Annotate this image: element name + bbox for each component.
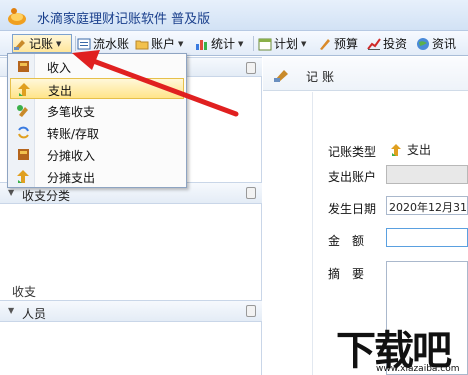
toolbar-divider (75, 36, 76, 51)
toolbar-ledger-button[interactable]: 记账 ▼ (12, 34, 72, 53)
entry-form-header: 记账 (263, 57, 468, 91)
toolbar-news-label: 资讯 (432, 37, 457, 51)
watermark-url: www.xiazaiba.com (376, 364, 460, 374)
window-title: 水滴家庭理财记账软件 普及版 (37, 12, 211, 27)
bar-chart-icon (196, 39, 207, 50)
chevron-down-icon: ▼ (56, 39, 62, 48)
split-income-icon (18, 149, 29, 160)
transfer-icon (18, 126, 29, 139)
menu-item-expense-label: 支出 (48, 84, 73, 98)
menu-item-expense[interactable]: 支出 (10, 78, 184, 99)
ledger-icon (274, 70, 288, 82)
app-logo-icon (8, 8, 26, 25)
site-watermark: 下载吧 www.xiazaiba.com (336, 318, 468, 375)
toolbar-stats-button[interactable]: 统计 ▼ (195, 34, 243, 53)
globe-icon (417, 37, 429, 50)
title-bar: 水滴家庭理财记账软件 普及版 (0, 0, 468, 31)
income-book-icon (18, 61, 29, 72)
menu-item-split-income[interactable]: 分摊收入 (10, 144, 184, 165)
form-divider (312, 92, 313, 375)
collapse-arrow-icon: ▼ (8, 188, 15, 197)
account-select[interactable] (386, 165, 468, 184)
folder-icon (135, 40, 149, 49)
toolbar-budget-label: 预算 (334, 37, 359, 51)
toolbar-invest-button[interactable]: 投资 (367, 34, 407, 53)
people-panel-header[interactable]: ▼ 人员 (0, 300, 262, 322)
entry-type-text: 支出 (407, 143, 432, 157)
chevron-down-icon: ▼ (178, 39, 184, 48)
expense-arrow-icon (18, 83, 30, 96)
category-panel-title: 收支分类 (22, 189, 71, 203)
menu-item-multi-entry[interactable]: 多笔收支 (10, 100, 184, 121)
toolbar-plan-button[interactable]: 计划 ▼ (258, 34, 306, 53)
pencil-icon (320, 38, 330, 50)
menu-item-transfer[interactable]: 转账/存取 (10, 122, 184, 143)
split-expense-icon (17, 170, 29, 183)
trend-icon (367, 37, 381, 50)
toolbar-news-button[interactable]: 资讯 (416, 34, 456, 53)
menu-item-split-expense-label: 分摊支出 (47, 171, 96, 185)
entry-form-title: 记账 (306, 70, 339, 84)
collapse-arrow-icon: ▼ (8, 306, 15, 315)
toolbar-invest-label: 投资 (383, 37, 408, 51)
date-field[interactable]: 2020年12月31日 (386, 196, 468, 215)
entry-type-label: 记账类型 (328, 145, 377, 159)
ledger-icon (14, 39, 25, 50)
toolbar-journal-button[interactable]: 流水账 (77, 34, 129, 53)
toolbar-account-label: 账户 (151, 37, 176, 51)
entry-type-value: 支出 (389, 141, 431, 158)
amount-label: 金 额 (328, 234, 365, 248)
pin-icon[interactable] (246, 62, 256, 74)
toolbar-plan-label: 计划 (274, 37, 299, 51)
toolbar-account-button[interactable]: 账户 ▼ (135, 34, 183, 53)
calendar-icon (258, 38, 272, 50)
toolbar-stats-label: 统计 (211, 37, 236, 51)
account-label: 支出账户 (328, 170, 377, 184)
memo-label: 摘 要 (328, 267, 365, 281)
ledger-dropdown-menu: 收入 支出 多笔收支 转账/存取 分摊收入 分摊支出 (7, 53, 187, 188)
pin-icon[interactable] (246, 187, 256, 199)
toolbar-divider (253, 36, 254, 51)
expense-arrow-icon (391, 143, 401, 156)
date-label: 发生日期 (328, 202, 377, 216)
category-list-label: 收支 (12, 285, 37, 299)
amount-input[interactable] (386, 228, 468, 247)
menu-item-income[interactable]: 收入 (10, 56, 184, 77)
menu-item-multi-entry-label: 多笔收支 (47, 105, 96, 119)
chevron-down-icon: ▼ (238, 39, 244, 48)
people-panel-title: 人员 (22, 307, 47, 321)
multi-entry-icon (17, 105, 28, 117)
menu-item-transfer-label: 转账/存取 (47, 127, 100, 141)
toolbar-journal-label: 流水账 (93, 37, 130, 51)
menu-item-split-income-label: 分摊收入 (47, 149, 96, 163)
menu-item-income-label: 收入 (47, 61, 72, 75)
toolbar-budget-button[interactable]: 预算 (318, 34, 358, 53)
list-icon (77, 38, 91, 49)
chevron-down-icon: ▼ (301, 39, 307, 48)
toolbar-ledger-label: 记账 (29, 37, 54, 51)
pin-icon[interactable] (246, 305, 256, 317)
menu-item-split-expense[interactable]: 分摊支出 (10, 166, 184, 187)
